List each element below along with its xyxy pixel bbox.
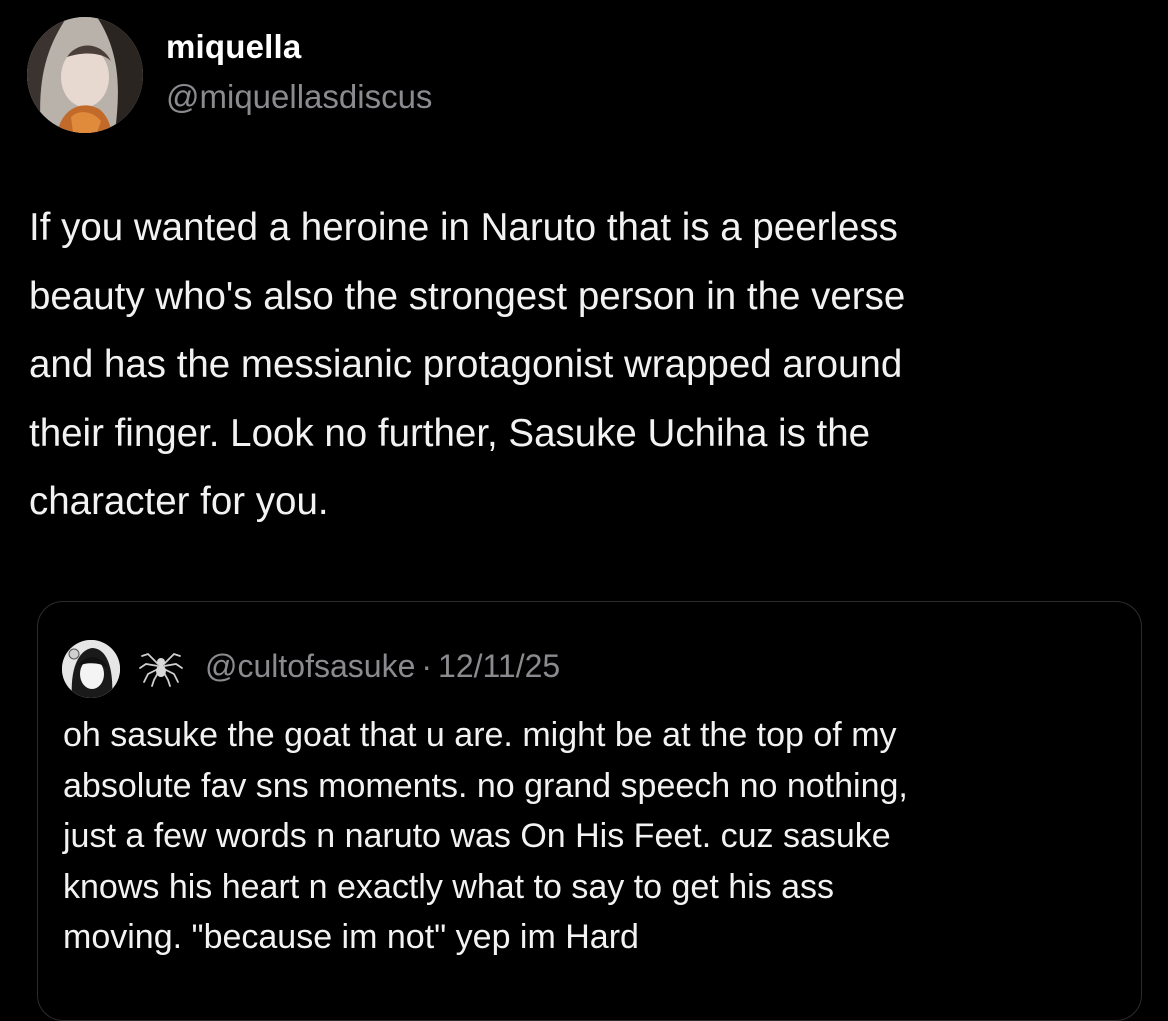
spider-icon bbox=[139, 652, 183, 687]
author-handle[interactable]: @miquellasdiscus bbox=[166, 78, 432, 116]
author-display-name[interactable]: miquella bbox=[166, 28, 301, 66]
post: miquella @miquellasdiscus If you wanted … bbox=[0, 0, 1168, 1021]
quoted-author-avatar[interactable] bbox=[62, 640, 120, 698]
profile-avatar-image bbox=[62, 640, 120, 698]
meta-separator: · bbox=[421, 648, 433, 684]
quoted-post-meta: @cultofsasuke · 12/11/25 bbox=[205, 648, 560, 685]
quoted-author-handle[interactable]: @cultofsasuke bbox=[205, 648, 415, 684]
quoted-post-text: oh sasuke the goat that u are. might be … bbox=[63, 716, 908, 956]
quoted-post-card[interactable]: @cultofsasuke · 12/11/25 oh sasuke the goa… bbox=[37, 601, 1142, 1021]
quoted-post-date: 12/11/25 bbox=[438, 648, 561, 684]
profile-avatar-image bbox=[27, 17, 143, 133]
post-body-text: If you wanted a heroine in Naruto that i… bbox=[29, 206, 906, 523]
author-avatar[interactable] bbox=[27, 17, 143, 133]
